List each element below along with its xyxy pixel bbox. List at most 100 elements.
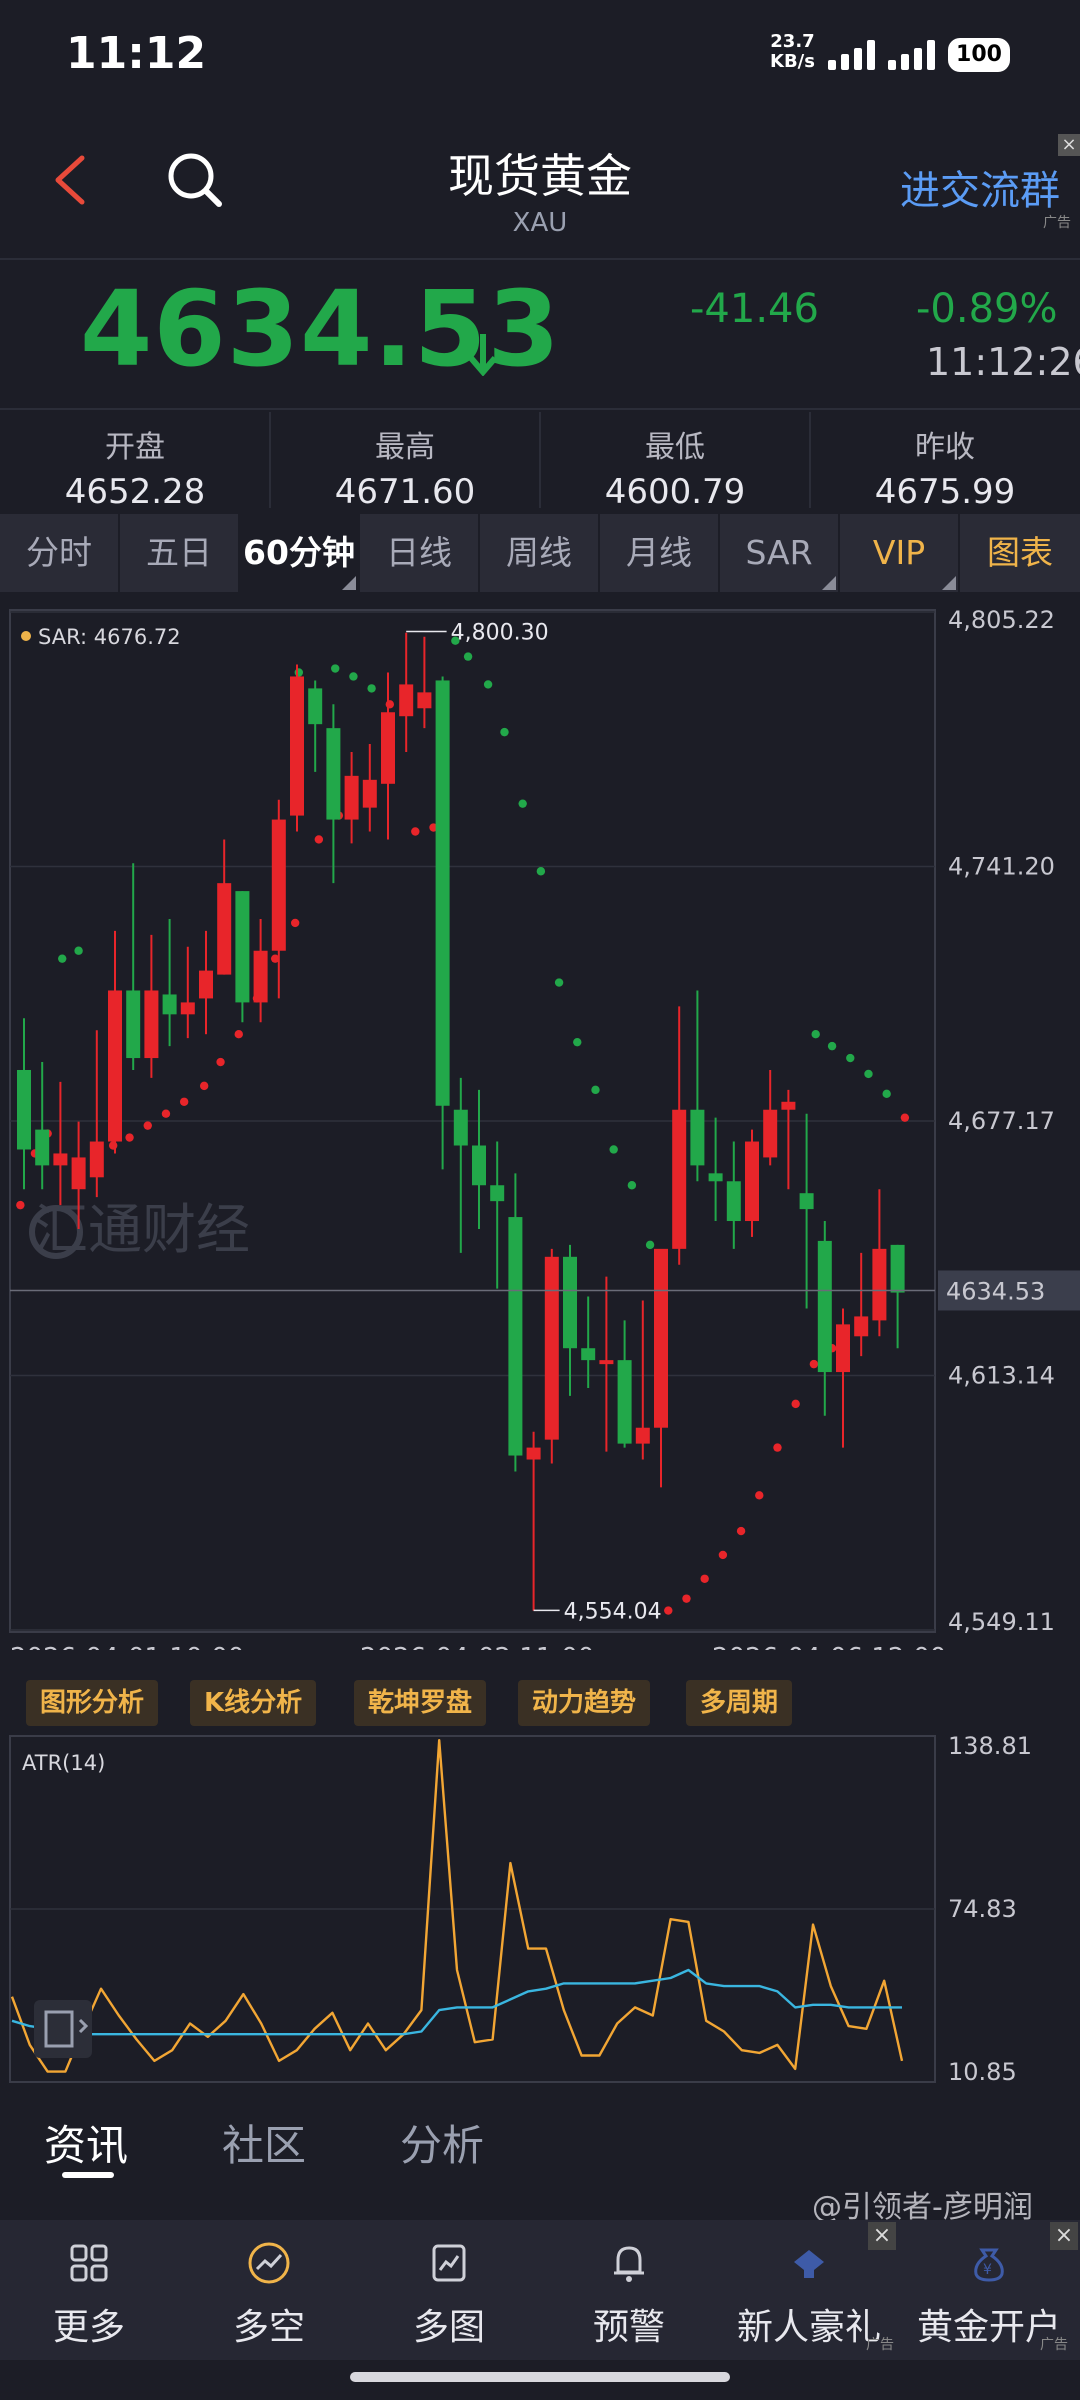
sar-dot: [882, 1089, 891, 1099]
low-label: 最低: [645, 430, 705, 465]
candle-body: [726, 1181, 741, 1222]
candle-body: [472, 1145, 486, 1186]
battery-icon: 100: [948, 38, 1010, 72]
status-time: 11:12: [66, 28, 207, 79]
candle-body: [217, 883, 232, 975]
gift-icon: [794, 2250, 824, 2278]
chart-grid: 4,805.22 4,741.20 4,677.17 4,613.14 4,549.11…: [9, 606, 1055, 1650]
candle-body: [526, 1447, 541, 1460]
sar-dot: [385, 700, 395, 709]
sar-dot: [591, 1085, 600, 1095]
atr-y-tick-label: 74.83: [948, 1895, 1017, 1923]
sar-dot: [718, 1550, 728, 1560]
candle-body: [599, 1360, 614, 1365]
tab-news[interactable]: 资讯: [44, 2112, 128, 2173]
atr-chart[interactable]: 138.81 74.83 10.85 ATR(14): [0, 1720, 1080, 2100]
sar-indicator-label: SAR: 4676.72: [38, 625, 181, 649]
sar-dot: [500, 727, 509, 737]
open-label: 开盘: [105, 430, 165, 465]
sar-dot: [216, 1057, 225, 1067]
tab-community[interactable]: 社区: [222, 2112, 306, 2173]
sar-dot: [736, 1526, 746, 1536]
trend-icon: [248, 2242, 290, 2284]
tab-monthly[interactable]: 月线: [600, 514, 720, 592]
tab-vip-label: VIP: [872, 533, 926, 572]
candlestick-chart[interactable]: 4,805.22 4,741.20 4,677.17 4,613.14 4,549.11…: [0, 600, 1080, 1650]
tab-chart[interactable]: 图表: [960, 514, 1080, 592]
tab-intraday[interactable]: 分时: [0, 514, 120, 592]
y-tick-label: 4,805.22: [948, 606, 1055, 634]
sar-dot: [143, 1121, 152, 1130]
sar-dot: [645, 1240, 655, 1250]
net-speed-value: 23.7: [770, 31, 815, 52]
candle-body: [817, 1240, 832, 1373]
candle-body: [17, 1069, 31, 1150]
nav-long-short[interactable]: 多空: [180, 2220, 358, 2360]
candle-body: [890, 1244, 905, 1293]
candle-body: [435, 680, 450, 1106]
tab-sar-label: SAR: [745, 533, 813, 572]
nav-more-label: 更多: [52, 2307, 125, 2348]
price-change-percent: -0.89%: [916, 286, 1058, 332]
grid-icon: [70, 2244, 108, 2282]
x-tick-label: 2026-04-01 10:00: [10, 1643, 244, 1650]
open-stat: 开盘 4652.28: [0, 410, 270, 512]
prev-close-stat: 昨收 4675.99: [810, 410, 1080, 512]
sar-dot: [773, 1443, 782, 1452]
nav-ad-close-icon-2[interactable]: ×: [1050, 2222, 1078, 2250]
prev-close-label: 昨收: [915, 430, 975, 465]
candle-body: [89, 1141, 104, 1178]
nav-more[interactable]: 更多: [0, 2220, 178, 2360]
ad-mark: 广告: [1043, 215, 1071, 231]
sar-dot: [108, 1141, 118, 1150]
sar-dot: [573, 1037, 582, 1047]
atr-title: ATR(14): [22, 1751, 105, 1775]
open-value: 4652.28: [64, 472, 206, 512]
dropdown-corner-icon: [342, 576, 356, 590]
high-label: 最高: [375, 430, 435, 465]
tab-weekly[interactable]: 周线: [480, 514, 600, 592]
sar-dot: [864, 1069, 873, 1079]
money-bag-icon: ¥: [974, 2248, 1004, 2282]
candle-body: [253, 950, 268, 1003]
tab-60-minute-label: 60分钟: [243, 533, 355, 572]
net-speed: 23.7 KB/s: [770, 32, 815, 72]
tab-vip[interactable]: VIP: [840, 514, 960, 592]
candle-body: [635, 1427, 650, 1444]
nav-ad-close-icon[interactable]: ×: [868, 2222, 896, 2250]
y-tick-label: 4,741.20: [948, 852, 1055, 880]
sar-dot: [846, 1053, 855, 1063]
tab-sar[interactable]: SAR: [720, 514, 840, 592]
sar-dot: [554, 978, 564, 987]
sar-dot: [700, 1574, 709, 1583]
candle-body: [126, 990, 141, 1059]
ad-close-icon[interactable]: ×: [1058, 134, 1080, 156]
nav-alert[interactable]: 预警: [540, 2220, 718, 2360]
tab-60-minute[interactable]: 60分钟: [240, 514, 360, 592]
sar-dot: [58, 954, 67, 963]
sar-dot: [290, 918, 300, 928]
candle-body: [144, 990, 159, 1059]
sar-dot: [411, 827, 420, 836]
nav-ad-mark-2: 广告: [1040, 2337, 1068, 2353]
net-speed-unit: KB/s: [770, 51, 815, 72]
candle-body: [453, 1109, 468, 1146]
atr-average-line: [11, 1968, 902, 2036]
tab-analysis[interactable]: 分析: [400, 2112, 484, 2173]
tab-daily[interactable]: 日线: [360, 514, 480, 592]
nav-multi-chart[interactable]: 多图: [360, 2220, 538, 2360]
nav-multi-chart-label: 多图: [412, 2307, 485, 2348]
home-indicator: [350, 2372, 730, 2382]
candle-body: [617, 1360, 632, 1444]
sar-dot: [463, 652, 473, 661]
fullscreen-icon[interactable]: [34, 2000, 92, 2058]
atr-y-tick-label: 10.85: [948, 2058, 1017, 2086]
tab-five-day[interactable]: 五日: [120, 514, 240, 592]
atr-y-tick-label: 138.81: [948, 1732, 1032, 1760]
candle-body: [344, 775, 359, 820]
dropdown-corner-icon: [942, 576, 956, 590]
signal-icon-2: [888, 40, 938, 70]
atr-line: [10, 1739, 904, 2073]
low-value: 4600.79: [604, 472, 746, 512]
join-group-ad-link[interactable]: 进交流群: [900, 158, 1060, 216]
